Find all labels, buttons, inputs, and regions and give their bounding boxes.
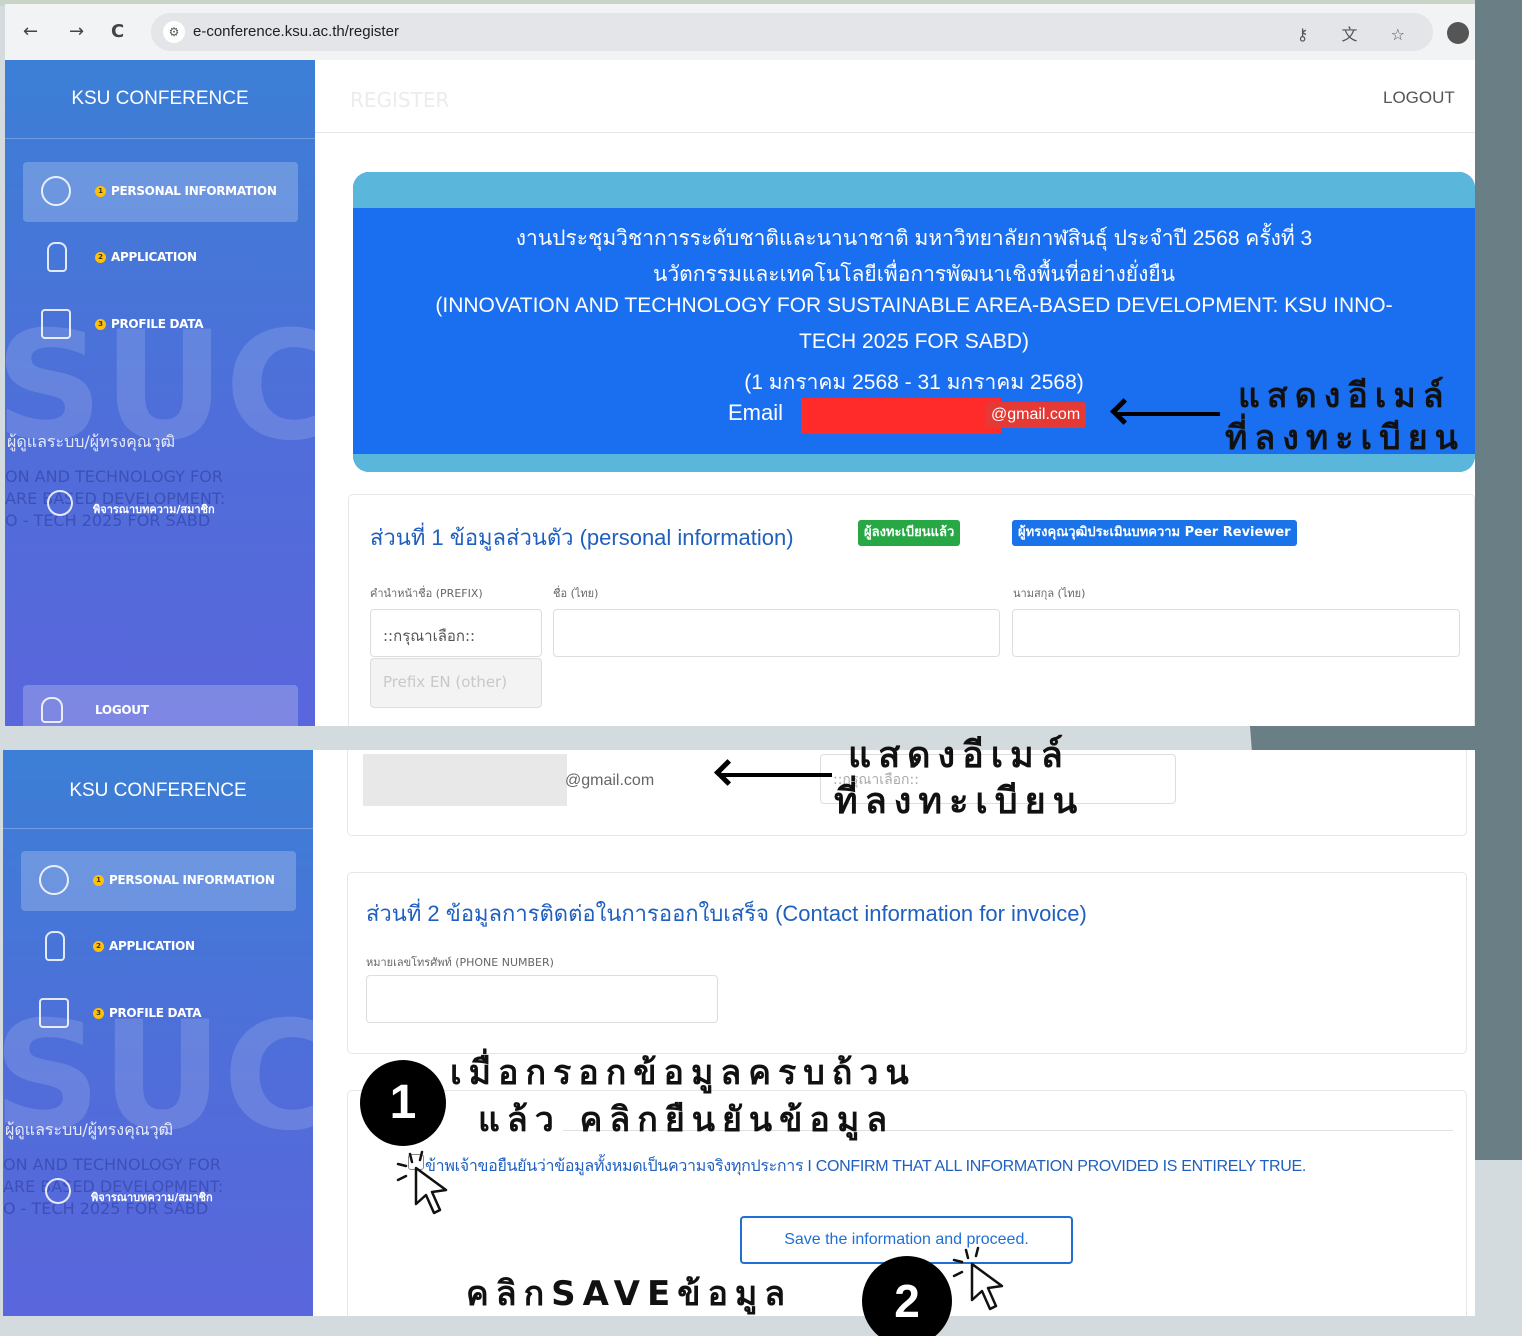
- topbar-divider: [315, 132, 1475, 133]
- hand-pointer-icon: [45, 931, 65, 961]
- reload-icon[interactable]: C: [111, 21, 124, 42]
- back-icon[interactable]: ←: [23, 21, 38, 42]
- user-icon: [47, 490, 73, 516]
- arrow-left-icon: [1118, 412, 1220, 416]
- url-text[interactable]: e-conference.ksu.ac.th/register: [193, 23, 399, 40]
- annotation-step2: คลิกSAVEข้อมูล: [466, 1274, 793, 1314]
- sidebar-item-application[interactable]: 2 APPLICATION: [23, 228, 298, 288]
- lastname-input[interactable]: [1012, 609, 1460, 657]
- cursor-click-icon: [952, 1246, 1004, 1311]
- page-title: REGISTER: [350, 88, 450, 112]
- annotation-show-email-line2: ที่ลงทะเบียน: [1225, 418, 1465, 458]
- step-1-marker: 1: [360, 1060, 446, 1146]
- toolbar-icons[interactable]: ⚷ 文 ☆: [1297, 21, 1419, 45]
- lastname-label: นามสกุล (ไทย): [1013, 587, 1086, 600]
- faded-text: ON AND TECHNOLOGY FOR: [3, 1155, 221, 1174]
- sidebar: SUC KSU CONFERENCE 1 PERSONAL INFORMATIO…: [3, 750, 313, 1316]
- sidebar-item-label: PROFILE DATA: [109, 1006, 202, 1020]
- user-role: ผู้ดูแลระบบ/ผู้ทรงคุณวุฒิ: [7, 432, 176, 451]
- screenshot-panel-2: SUC KSU CONFERENCE 1 PERSONAL INFORMATIO…: [3, 750, 1475, 1316]
- phone-input[interactable]: [366, 975, 718, 1023]
- site-settings-icon[interactable]: ⚙: [163, 21, 185, 43]
- step-number: 2: [93, 941, 104, 952]
- step-number: 3: [93, 1008, 104, 1019]
- phone-label: หมายเลขโทรศัพท์ (PHONE NUMBER): [366, 956, 554, 969]
- browser-toolbar: ← → C ⚙ e-conference.ksu.ac.th/register …: [5, 4, 1475, 60]
- annotation-show-email-line2: ที่ลงทะเบียน: [834, 781, 1085, 822]
- sidebar-item-label: PROFILE DATA: [111, 317, 204, 331]
- banner-top-band: [353, 172, 1475, 208]
- id-card-icon: [41, 309, 71, 339]
- profile-avatar[interactable]: [1447, 22, 1469, 44]
- peer-reviewer-badge: ผู้ทรงคุณวุฒิประเมินบทความ Peer Reviewer: [1012, 520, 1297, 546]
- address-bar[interactable]: ⚙ e-conference.ksu.ac.th/register ⚷ 文 ☆: [151, 13, 1433, 51]
- email-label: Email: [728, 400, 784, 425]
- sidebar-item-profile-data[interactable]: 3 PROFILE DATA: [21, 984, 296, 1044]
- screenshot-panel-1: ← → C ⚙ e-conference.ksu.ac.th/register …: [5, 4, 1475, 726]
- sidebar-item-personal-information[interactable]: 1 PERSONAL INFORMATION: [23, 162, 298, 222]
- step-number: 1: [95, 186, 106, 197]
- firstname-input[interactable]: [553, 609, 1000, 657]
- lock-icon: [41, 697, 63, 723]
- step-number: 1: [93, 875, 104, 886]
- prefix-select[interactable]: ::กรุณาเลือก::: [370, 609, 542, 657]
- step-2-marker: 2: [862, 1256, 952, 1336]
- confirm-label[interactable]: ข้าพเจ้าขอยืนยันว่าข้อมูลทั้งหมดเป็นความ…: [425, 1154, 1306, 1179]
- cursor-click-icon: [396, 1150, 448, 1215]
- sidebar-item-label: PERSONAL INFORMATION: [111, 184, 277, 198]
- annotation-step1-line2: แล้ว คลิกยืนยันข้อมูล: [478, 1100, 895, 1140]
- sidebar-item-label: PERSONAL INFORMATION: [109, 873, 275, 887]
- sidebar-item-reviewer[interactable]: พิจารณาบทความ/สมาชิก: [91, 1188, 213, 1206]
- faded-text: ON AND TECHNOLOGY FOR: [5, 467, 223, 486]
- sidebar-divider: [5, 138, 315, 139]
- forward-icon[interactable]: →: [69, 21, 84, 42]
- email-badge: @gmail.com: [985, 402, 1087, 428]
- sidebar-item-reviewer[interactable]: พิจารณาบทความ/สมาชิก: [93, 500, 215, 518]
- banner-title-th: งานประชุมวิชาการระดับชาติและนานาชาติ มหา…: [515, 227, 1313, 250]
- sidebar-item-personal-information[interactable]: 1 PERSONAL INFORMATION: [21, 851, 296, 911]
- registered-badge: ผู้ลงทะเบียนแล้ว: [858, 520, 961, 546]
- step-number: 2: [95, 252, 106, 263]
- id-card-icon: [39, 998, 69, 1028]
- sidebar-item-profile-data[interactable]: 3 PROFILE DATA: [23, 295, 298, 355]
- annotation-step1-line1: เมื่อกรอกข้อมูลครบถ้วน: [450, 1053, 916, 1093]
- prefix-en-input[interactable]: Prefix EN (other): [370, 658, 542, 708]
- sidebar-logout-button[interactable]: LOGOUT: [23, 685, 298, 726]
- prefix-label: คำนำหน้าชื่อ (PREFIX): [370, 587, 483, 600]
- section-2-title: ส่วนที่ 2 ข้อมูลการติดต่อในการออกใบเสร็จ…: [366, 901, 1087, 926]
- hand-pointer-icon: [47, 242, 67, 272]
- step-number: 3: [95, 319, 106, 330]
- banner-subtitle-th: นวัตกรรมและเทคโนโลยีเพื่อการพัฒนาเชิงพื้…: [652, 263, 1176, 286]
- sidebar-brand[interactable]: KSU CONFERENCE: [3, 780, 313, 802]
- firstname-label: ชื่อ (ไทย): [553, 587, 599, 600]
- email-redaction: [801, 398, 1001, 434]
- sidebar-logout-label: LOGOUT: [95, 703, 149, 717]
- section-1-title: ส่วนที่ 1 ข้อมูลส่วนตัว (personal inform…: [370, 525, 794, 550]
- sidebar-brand[interactable]: KSU CONFERENCE: [5, 88, 315, 110]
- sidebar-item-label: APPLICATION: [111, 250, 197, 264]
- logout-link[interactable]: LOGOUT: [1383, 88, 1455, 108]
- banner-title-en: (INNOVATION AND TECHNOLOGY FOR SUSTAINAB…: [435, 294, 1393, 317]
- sidebar-item-label: APPLICATION: [109, 939, 195, 953]
- user-circle-icon: [41, 176, 71, 206]
- sidebar-divider: [3, 828, 313, 829]
- sidebar-item-application[interactable]: 2 APPLICATION: [21, 917, 296, 977]
- banner-title-en-2: TECH 2025 FOR SABD): [799, 330, 1029, 353]
- email-field[interactable]: @gmail.com: [365, 754, 755, 806]
- sidebar: SUC KSU CONFERENCE 1 PERSONAL INFORMATIO…: [5, 60, 315, 726]
- arrow-left-icon: [722, 773, 832, 777]
- user-role: ผู้ดูแลระบบ/ผู้ทรงคุณวุฒิ: [5, 1120, 174, 1139]
- user-circle-icon: [39, 865, 69, 895]
- user-icon: [45, 1178, 71, 1204]
